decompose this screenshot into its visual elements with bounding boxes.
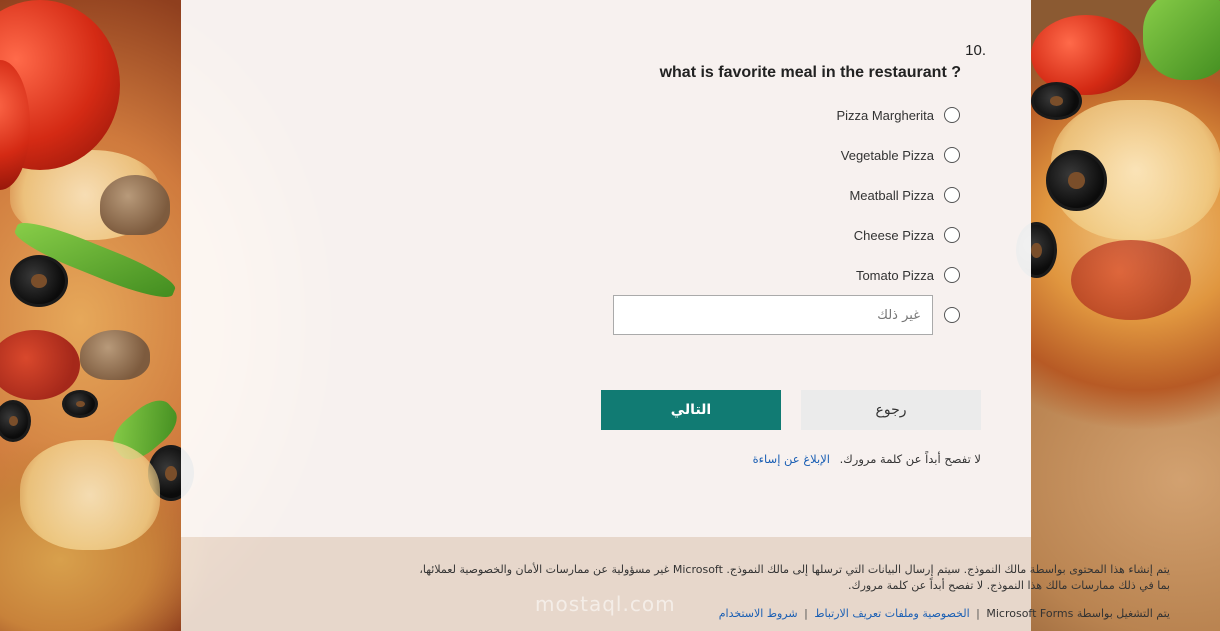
olive-decor — [62, 390, 98, 418]
pepperoni-decor — [1071, 240, 1191, 320]
other-radio-button[interactable] — [944, 307, 960, 323]
powered-by-text: يتم التشغيل بواسطة Microsoft Forms — [986, 607, 1170, 620]
footer-disclaimer: يتم إنشاء هذا المحتوى بواسطة مالك النموذ… — [419, 563, 1170, 592]
other-option-input[interactable] — [613, 295, 933, 335]
back-button[interactable]: رجوع — [801, 390, 981, 430]
option-tomato-pizza[interactable]: Tomato Pizza — [856, 265, 960, 285]
form-panel: 10. what is favorite meal in the restaur… — [181, 0, 1031, 537]
option-label: Cheese Pizza — [853, 227, 934, 243]
olive-decor — [10, 255, 68, 307]
mushroom-decor — [80, 330, 150, 380]
option-pizza-margherita[interactable]: Pizza Margherita — [836, 105, 960, 125]
option-vegetable-pizza[interactable]: Vegetable Pizza — [841, 145, 960, 165]
radio-button[interactable] — [944, 107, 960, 123]
cheese-decor — [20, 440, 160, 550]
option-meatball-pizza[interactable]: Meatball Pizza — [849, 185, 960, 205]
olive-decor — [1031, 82, 1082, 120]
option-label: Meatball Pizza — [849, 187, 934, 203]
question-title: what is favorite meal in the restaurant … — [659, 64, 961, 81]
report-abuse-link[interactable]: الإبلاغ عن إساءة — [753, 452, 830, 466]
radio-button[interactable] — [944, 267, 960, 283]
pizza-background-right — [1016, 0, 1220, 631]
pepper-decor — [1143, 0, 1220, 80]
option-cheese-pizza[interactable]: Cheese Pizza — [854, 225, 960, 245]
radio-button[interactable] — [944, 227, 960, 243]
pepperoni-decor — [0, 330, 80, 400]
footer-links: يتم التشغيل بواسطة Microsoft Forms | الخ… — [719, 607, 1170, 620]
option-label: Tomato Pizza — [855, 267, 934, 283]
olive-decor — [1046, 150, 1107, 211]
separator: | — [804, 607, 808, 620]
terms-link[interactable]: شروط الاستخدام — [719, 607, 798, 620]
option-label: Pizza Margherita — [836, 107, 934, 123]
privacy-link[interactable]: الخصوصية وملفات تعريف الارتباط — [814, 607, 969, 620]
watermark: mostaql.com — [535, 592, 676, 616]
mushroom-decor — [100, 175, 170, 235]
password-note: لا تفصح أبداً عن كلمة مرورك. الإبلاغ عن … — [753, 452, 981, 466]
separator: | — [976, 607, 980, 620]
radio-button[interactable] — [944, 147, 960, 163]
next-button[interactable]: التالي — [601, 390, 781, 430]
radio-button[interactable] — [944, 187, 960, 203]
option-label: Vegetable Pizza — [840, 147, 934, 163]
olive-decor — [0, 400, 31, 442]
password-warning-text: لا تفصح أبداً عن كلمة مرورك. — [839, 452, 981, 466]
question-number: 10. — [965, 42, 986, 59]
